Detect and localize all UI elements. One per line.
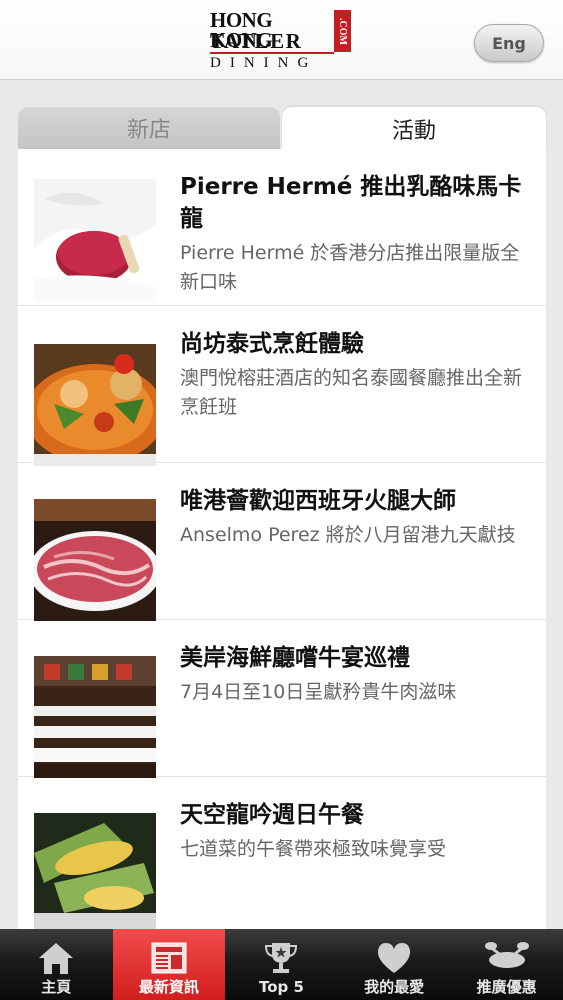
language-toggle-button[interactable]: Eng: [474, 24, 544, 62]
logo-rule: [210, 52, 334, 54]
list-item[interactable]: Pierre Hermé 推出乳酪味馬卡龍 Pierre Hermé 於香港分店…: [18, 149, 546, 306]
ham-plate-thumbnail: [34, 499, 156, 621]
nav-top5-label: Top 5: [259, 978, 304, 996]
news-icon: [151, 942, 187, 974]
bottom-tab-bar: 主頁 最新資訊 Top 5 我的最愛 推廣優惠: [0, 929, 563, 1000]
item-description: Anselmo Perez 將於八月留港九天獻技: [180, 524, 516, 546]
list-item[interactable]: 唯港薈歡迎西班牙火腿大師 Anselmo Perez 將於八月留港九天獻技: [18, 463, 546, 621]
thai-soup-thumbnail: [34, 344, 156, 466]
tab-events[interactable]: 活動: [282, 107, 546, 151]
hong-kong-tatler-dining-logo[interactable]: HONG KONG TATLER DINING .COM: [210, 10, 352, 72]
nav-home-label: 主頁: [41, 978, 72, 996]
item-description: Pierre Hermé 於香港分店推出限量版全新口味: [180, 242, 520, 293]
item-title: 天空龍吟週日午餐: [180, 802, 364, 828]
item-title: 美岸海鮮廳嚐牛宴巡禮: [180, 645, 410, 671]
item-title: 尚坊泰式烹飪體驗: [180, 331, 364, 357]
nav-favorites-label: 我的最愛: [364, 978, 425, 996]
dining-icon: [484, 942, 529, 968]
logo-com-badge: .COM: [334, 10, 351, 52]
nav-top5[interactable]: Top 5: [225, 929, 338, 1000]
macaron-thumbnail: [34, 179, 156, 301]
app-header: HONG KONG TATLER DINING .COM Eng: [0, 0, 563, 80]
tab-new-shops[interactable]: 新店: [18, 107, 280, 149]
item-description: 七道菜的午餐帶來極致味覺享受: [180, 838, 447, 860]
logo-line-tatler: TATLER: [210, 29, 303, 53]
list-item[interactable]: 美岸海鮮廳嚐牛宴巡禮 7月4日至10日呈獻矜貴牛肉滋味: [18, 620, 546, 778]
logo-line-dining: DINING: [210, 55, 318, 71]
item-description: 澳門悅榕莊酒店的知名泰國餐廳推出全新烹飪班: [180, 367, 523, 418]
item-title: Pierre Hermé 推出乳酪味馬卡龍: [180, 174, 522, 232]
nav-latest-news[interactable]: 最新資訊: [112, 929, 226, 1000]
trophy-icon: [265, 943, 298, 973]
item-title: 唯港薈歡迎西班牙火腿大師: [180, 488, 456, 514]
nav-promotions-label: 推廣優惠: [476, 978, 537, 996]
events-list: Pierre Hermé 推出乳酪味馬卡龍 Pierre Hermé 於香港分店…: [18, 149, 546, 929]
nav-home[interactable]: 主頁: [0, 929, 113, 1000]
nav-latest-news-label: 最新資訊: [138, 978, 199, 996]
home-icon: [39, 943, 74, 974]
list-item[interactable]: 尚坊泰式烹飪體驗 澳門悅榕莊酒店的知名泰國餐廳推出全新烹飪班: [18, 306, 546, 466]
heart-icon: [378, 943, 411, 973]
list-item[interactable]: 天空龍吟週日午餐 七道菜的午餐帶來極致味覺享受: [18, 777, 546, 929]
item-description: 7月4日至10日呈獻矜貴牛肉滋味: [180, 681, 457, 703]
nav-favorites[interactable]: 我的最愛: [338, 929, 451, 1000]
nav-promotions[interactable]: 推廣優惠: [450, 929, 563, 1000]
restaurant-interior-thumbnail: [34, 656, 156, 778]
corn-dish-thumbnail: [34, 813, 156, 929]
